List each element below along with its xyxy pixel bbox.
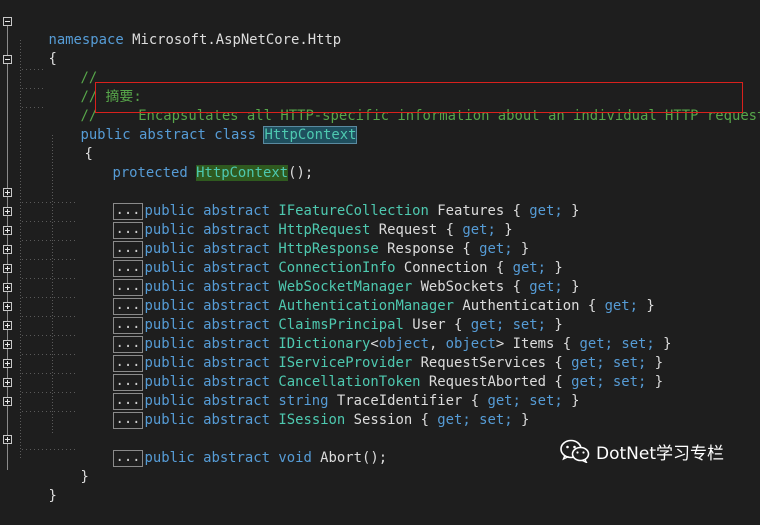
member-line: ... public abstract WebSocketManager WebS… (113, 278, 580, 296)
member-line: ... public abstract IFeatureCollection Fe… (113, 202, 580, 220)
collapsed-ellipsis[interactable]: ... (113, 412, 143, 429)
summary-highlight-box (95, 82, 743, 113)
member-line: ... public abstract HttpResponse Response… (113, 240, 530, 258)
member-line: ... public abstract IServiceProvider Requ… (113, 354, 664, 372)
code-line-class-open-brace: { (0, 126, 760, 162)
member-line: ... public abstract ISession Session { ge… (113, 411, 530, 429)
watermark: DotNet学习专栏 (560, 438, 724, 464)
constructor-modifier: protected (112, 165, 188, 181)
member-line: ... public abstract ClaimsPrincipal User … (113, 316, 563, 334)
code-line-namespace-close: } (0, 468, 760, 504)
wechat-icon (560, 439, 590, 463)
member-line: ... public abstract ConnectionInfo Connec… (113, 259, 563, 277)
namespace-close-brace: } (48, 488, 57, 504)
code-line-comment: // (0, 50, 760, 86)
member-line: ... public abstract CancellationToken Req… (113, 373, 664, 391)
watermark-text: DotNet学习专栏 (596, 443, 724, 464)
member-line: ... public abstract IDictionary<object, o… (113, 335, 672, 353)
constructor-name-highlight[interactable]: HttpContext (196, 165, 289, 181)
code-line-open-brace: { (0, 31, 760, 67)
member-line: ... public abstract HttpRequest Request {… (113, 221, 513, 239)
code-line-namespace: namespace Microsoft.AspNetCore.Http (0, 12, 760, 48)
member-line: ... public abstract AuthenticationManager… (113, 297, 655, 315)
code-editor[interactable]: namespace Microsoft.AspNetCore.Http { //… (0, 0, 760, 504)
constructor-parens: (); (288, 165, 314, 181)
member-line: ... public abstract string TraceIdentifie… (113, 392, 580, 410)
code-line-constructor: protected HttpContext(); (0, 145, 760, 181)
